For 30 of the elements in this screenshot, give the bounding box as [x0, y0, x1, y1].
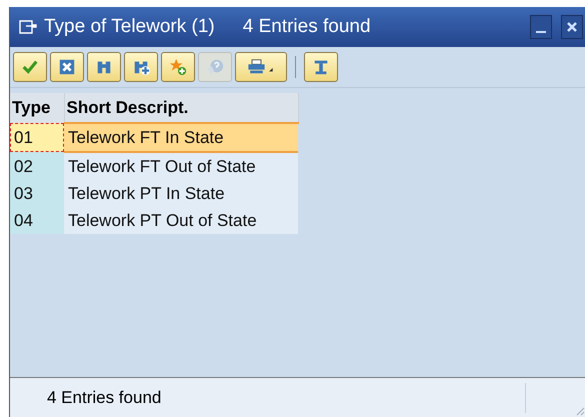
close-icon	[565, 20, 579, 34]
dialog-icon	[18, 19, 38, 35]
table-cell[interactable]: 03	[10, 180, 64, 207]
column-header[interactable]: Short Descript.	[64, 93, 298, 123]
printer-icon	[247, 58, 275, 76]
help-icon	[206, 58, 224, 76]
minimize-button[interactable]	[530, 15, 552, 39]
print-button[interactable]	[235, 52, 287, 82]
window-subtitle: 4 Entries found	[242, 16, 371, 38]
table-cell[interactable]: Telework FT Out of State	[64, 152, 298, 180]
find-button[interactable]	[87, 52, 121, 82]
close-button[interactable]	[561, 15, 583, 39]
star-plus-icon	[169, 58, 187, 76]
cancel-icon	[58, 58, 76, 76]
status-text: 4 Entries found	[47, 388, 162, 408]
cancel-button[interactable]	[50, 52, 84, 82]
checkmark-icon	[21, 58, 39, 76]
check-button[interactable]	[13, 52, 47, 82]
column-header[interactable]: Type	[10, 93, 64, 123]
table-cell[interactable]: Telework PT Out of State	[64, 207, 298, 234]
table-cell[interactable]: Telework PT In State	[64, 180, 298, 207]
find-more-button[interactable]	[124, 52, 158, 82]
table-cell[interactable]: 02	[10, 152, 64, 180]
table-cell[interactable]: Telework FT In State	[64, 123, 298, 152]
filter-button[interactable]	[304, 52, 338, 82]
favorite-add-button[interactable]	[161, 52, 195, 82]
table-cell[interactable]: 01	[10, 123, 64, 152]
window-title: Type of Telework (1)	[44, 16, 215, 38]
table-cell[interactable]: 04	[10, 207, 64, 234]
minimize-icon	[536, 31, 546, 33]
